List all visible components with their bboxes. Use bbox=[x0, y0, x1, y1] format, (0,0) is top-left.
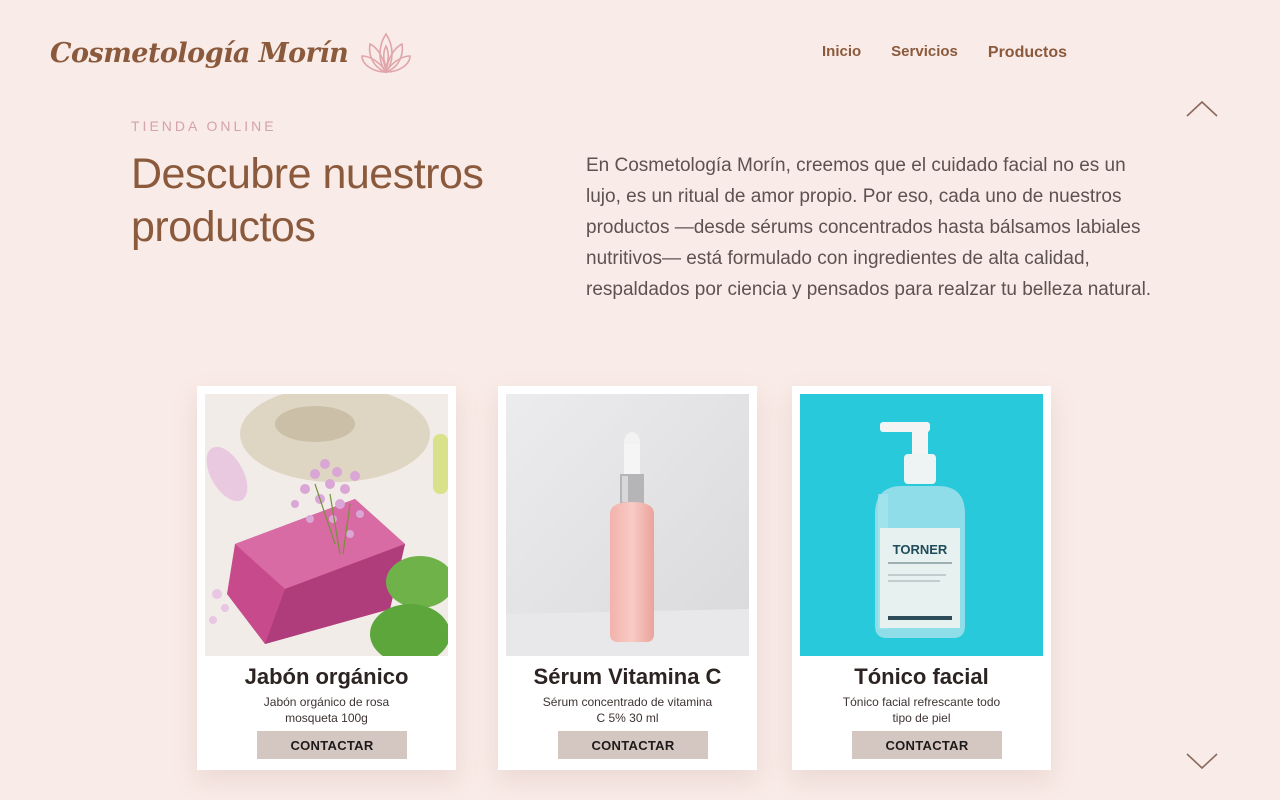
section-eyebrow: TIENDA ONLINE bbox=[131, 118, 277, 134]
nav-servicios[interactable]: Servicios bbox=[891, 43, 958, 62]
section-intro: En Cosmetología Morín, creemos que el cu… bbox=[586, 155, 1152, 300]
product-description: Jabón orgánico de rosa mosqueta 100g bbox=[263, 695, 390, 725]
product-description: Tónico facial refrescante todo tipo de p… bbox=[842, 695, 1001, 725]
product-image-serum bbox=[506, 394, 749, 656]
nav-productos[interactable]: Productos bbox=[988, 44, 1067, 62]
product-description: Sérum concentrado de vitamina C 5% 30 ml bbox=[542, 695, 713, 725]
lotus-icon bbox=[361, 32, 412, 74]
product-title: Jabón orgánico bbox=[244, 664, 409, 689]
page-title: Descubre nuestros productos bbox=[131, 150, 484, 251]
brand-name: Cosmetología Morín bbox=[50, 37, 349, 69]
bottle-label: TORNER bbox=[893, 542, 948, 557]
main-nav: Inicio Servicios Productos bbox=[822, 43, 1067, 62]
contact-button[interactable]: CONTACTAR bbox=[852, 731, 1002, 759]
product-image-soap bbox=[205, 394, 448, 656]
product-card-serum: Sérum Vitamina C Sérum concentrado de vi… bbox=[498, 386, 757, 770]
product-title: Sérum Vitamina C bbox=[533, 664, 722, 689]
brand-logo[interactable]: Cosmetología Morín bbox=[50, 30, 412, 76]
chevron-up-icon[interactable] bbox=[1186, 100, 1218, 118]
product-title: Tónico facial bbox=[854, 664, 989, 689]
product-image-toner: TORNER bbox=[800, 394, 1043, 656]
contact-button[interactable]: CONTACTAR bbox=[558, 731, 708, 759]
nav-inicio[interactable]: Inicio bbox=[822, 43, 861, 62]
product-card-tonico: TORNER Tónico facial Tónico facial refre… bbox=[792, 386, 1051, 770]
contact-button[interactable]: CONTACTAR bbox=[257, 731, 407, 759]
chevron-down-icon[interactable] bbox=[1186, 752, 1218, 770]
product-card-jabon: Jabón orgánico Jabón orgánico de rosa mo… bbox=[197, 386, 456, 770]
